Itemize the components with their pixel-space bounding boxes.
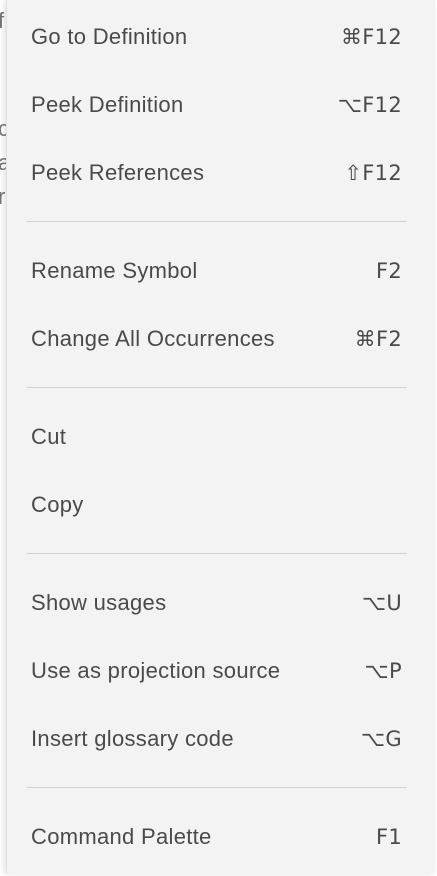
menu-item-shortcut: ⇧F12 (344, 161, 402, 185)
context-menu: Go to Definition ⌘F12 Peek Definition ⌥F… (6, 0, 435, 874)
menu-item-peek-references[interactable]: Peek References ⇧F12 (7, 139, 435, 207)
menu-item-shortcut: ⌘F12 (340, 25, 402, 49)
background-text-fragment: r (0, 184, 6, 209)
menu-item-copy[interactable]: Copy (7, 471, 435, 539)
menu-separator (27, 553, 407, 554)
menu-item-go-to-definition[interactable]: Go to Definition ⌘F12 (7, 3, 435, 71)
menu-item-shortcut: F1 (375, 825, 402, 849)
menu-item-rename-symbol[interactable]: Rename Symbol F2 (7, 237, 435, 305)
menu-item-use-as-projection-source[interactable]: Use as projection source ⌥P (7, 637, 435, 705)
menu-item-shortcut: ⌥U (361, 591, 402, 615)
menu-item-label: Copy (31, 492, 84, 517)
menu-item-change-all-occurrences[interactable]: Change All Occurrences ⌘F2 (7, 305, 435, 373)
menu-separator (27, 221, 407, 222)
menu-item-shortcut: ⌥P (364, 659, 402, 683)
menu-item-label: Change All Occurrences (31, 326, 275, 351)
menu-item-insert-glossary-code[interactable]: Insert glossary code ⌥G (7, 705, 435, 773)
menu-item-peek-definition[interactable]: Peek Definition ⌥F12 (7, 71, 435, 139)
menu-item-label: Insert glossary code (31, 726, 234, 751)
menu-item-command-palette[interactable]: Command Palette F1 (7, 803, 435, 871)
menu-item-cut[interactable]: Cut (7, 403, 435, 471)
menu-item-label: Rename Symbol (31, 258, 198, 283)
menu-separator (27, 387, 407, 388)
menu-separator (27, 787, 407, 788)
background-text-fragment: f (0, 8, 5, 33)
menu-item-label: Cut (31, 424, 67, 449)
menu-item-label: Peek Definition (31, 92, 184, 117)
menu-item-label: Show usages (31, 590, 167, 615)
menu-item-label: Use as projection source (31, 658, 281, 683)
menu-item-shortcut: F2 (375, 259, 402, 283)
menu-item-label: Peek References (31, 160, 205, 185)
menu-item-shortcut: ⌥G (360, 727, 402, 751)
menu-item-label: Command Palette (31, 824, 212, 849)
menu-item-label: Go to Definition (31, 24, 188, 49)
menu-item-shortcut: ⌥F12 (337, 93, 402, 117)
menu-item-shortcut: ⌘F2 (354, 327, 402, 351)
menu-item-show-usages[interactable]: Show usages ⌥U (7, 569, 435, 637)
